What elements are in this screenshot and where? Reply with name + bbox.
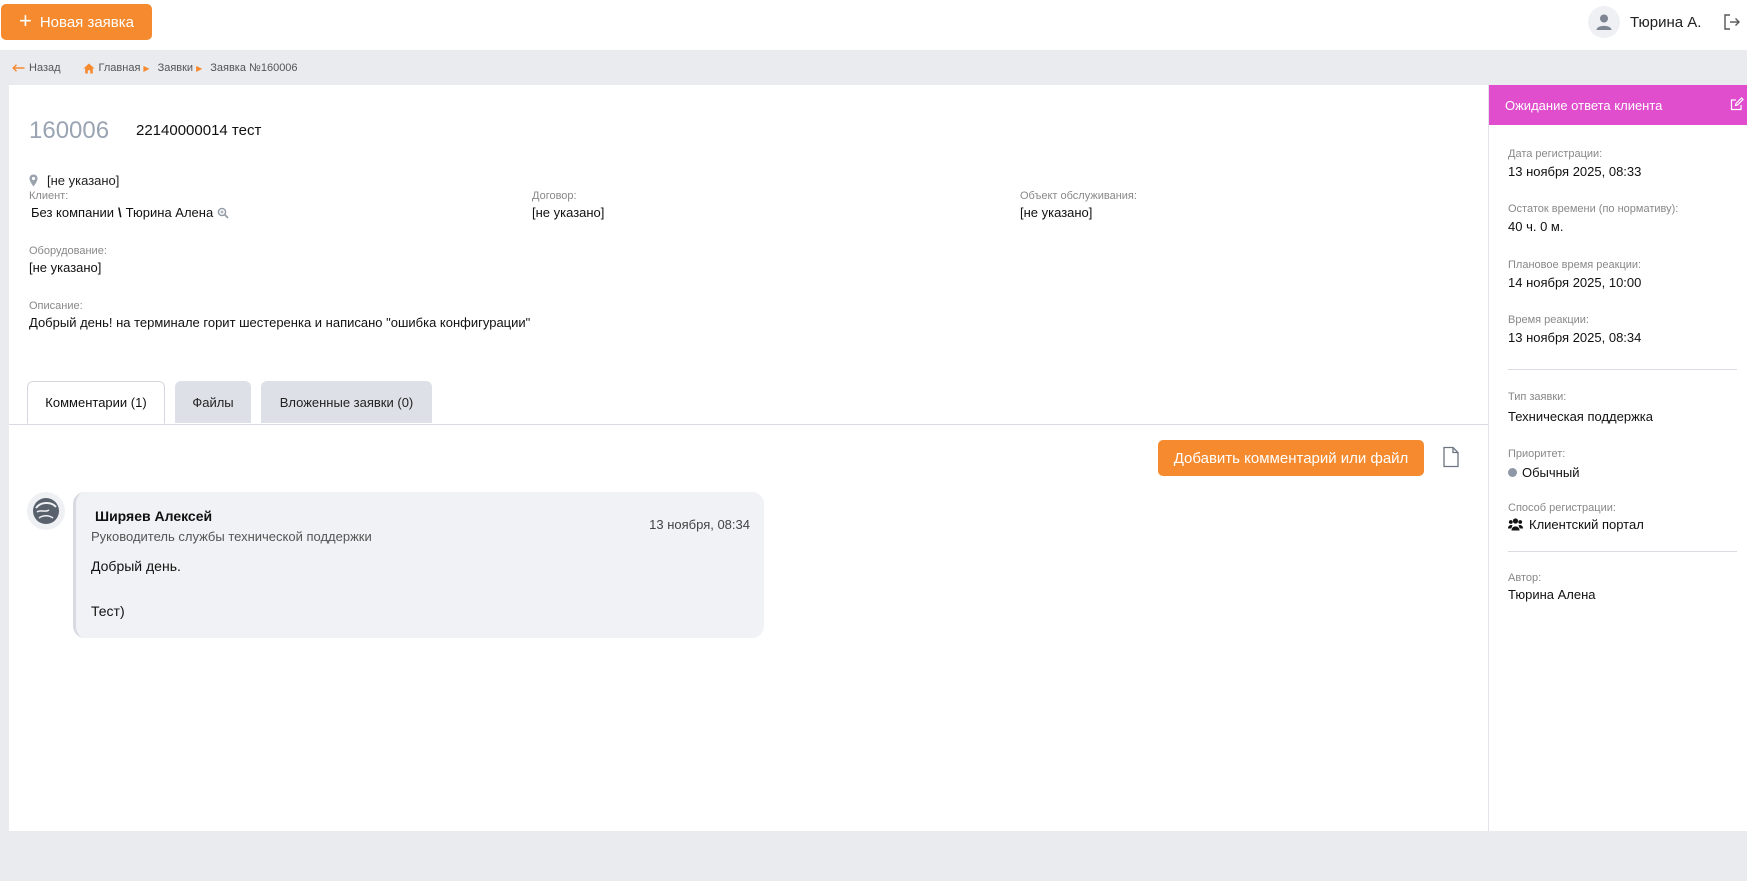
equipment-value: [не указано] <box>29 260 102 275</box>
registration-date-value: 13 ноября 2025, 08:33 <box>1508 164 1642 179</box>
user-menu[interactable]: Тюрина А. <box>1588 5 1701 39</box>
registration-method-value: Клиентский портал <box>1508 517 1644 532</box>
ticket-type-label: Тип заявки: <box>1508 391 1567 403</box>
users-icon <box>1508 518 1523 531</box>
add-comment-button[interactable]: Добавить комментарий или файл <box>1158 440 1424 476</box>
comment-author: Ширяев Алексей <box>95 508 213 524</box>
priority-value: Обычный <box>1508 465 1579 480</box>
new-ticket-button[interactable]: + Новая заявка <box>1 4 152 40</box>
service-object-value: [не указано] <box>1020 205 1093 220</box>
logout-icon[interactable] <box>1722 12 1742 32</box>
reaction-time-value: 13 ноября 2025, 08:34 <box>1508 330 1642 345</box>
contract-value: [не указано] <box>532 205 605 220</box>
edit-icon[interactable] <box>1730 97 1744 111</box>
top-bar: + Новая заявка Тюрина А. <box>0 0 1747 50</box>
tab-nested-tickets[interactable]: Вложенные заявки (0) <box>261 381 432 423</box>
comment-item: Ширяев Алексей Руководитель службы техни… <box>73 492 764 638</box>
comment-time: 13 ноября, 08:34 <box>649 517 750 532</box>
time-left-label: Остаток времени (по нормативу): <box>1508 203 1679 215</box>
user-avatar-icon <box>1588 6 1620 38</box>
contract-label: Договор: <box>532 190 577 202</box>
author-label: Автор: <box>1508 572 1542 584</box>
status-label: Ожидание ответа клиента <box>1505 97 1663 113</box>
client-company: Без компании <box>31 205 115 220</box>
breadcrumb: Назад Главная ▶ Заявки ▶ Заявка №160006 <box>12 60 298 76</box>
file-icon[interactable] <box>1442 446 1464 470</box>
priority-text: Обычный <box>1522 465 1580 480</box>
home-icon <box>83 63 95 73</box>
equipment-label: Оборудование: <box>29 245 107 257</box>
registration-date-label: Дата регистрации: <box>1508 148 1603 160</box>
description-label: Описание: <box>29 300 83 312</box>
breadcrumb-current: Заявка №160006 <box>210 62 298 74</box>
back-label: Назад <box>29 62 61 74</box>
ticket-tabs: Комментарии (1) Файлы Вложенные заявки (… <box>9 381 1488 425</box>
location-value: [не указано] <box>47 173 120 188</box>
service-object-label: Объект обслуживания: <box>1020 190 1137 202</box>
author-value: Тюрина Алена <box>1508 587 1596 602</box>
ticket-type-value: Техническая поддержка <box>1508 409 1653 424</box>
map-pin-icon <box>29 174 38 187</box>
breadcrumb-separator-icon: ▶ <box>196 63 203 73</box>
registration-method-text: Клиентский портал <box>1529 517 1644 532</box>
tab-comments[interactable]: Комментарии (1) <box>27 381 165 424</box>
divider <box>1508 369 1737 370</box>
ticket-id: 160006 <box>29 117 110 144</box>
divider <box>1508 551 1737 552</box>
registration-method-label: Способ регистрации: <box>1508 502 1616 514</box>
plus-icon: + <box>18 8 32 33</box>
back-link[interactable]: Назад <box>12 62 61 74</box>
zoom-icon[interactable] <box>217 207 229 219</box>
status-badge[interactable]: Ожидание ответа клиента <box>1489 85 1747 125</box>
client-label: Клиент: <box>29 190 69 202</box>
user-name: Тюрина А. <box>1630 13 1702 31</box>
breadcrumb-home[interactable]: Главная <box>83 62 141 74</box>
planned-reaction-label: Плановое время реакции: <box>1508 259 1642 271</box>
reaction-time-label: Время реакции: <box>1508 314 1589 326</box>
comment-text-line: Добрый день. <box>91 558 181 574</box>
client-value: Без компании \ Тюрина Алена <box>31 205 229 220</box>
planned-reaction-value: 14 ноября 2025, 10:00 <box>1508 275 1642 290</box>
time-left-value: 40 ч. 0 м. <box>1508 219 1564 234</box>
tab-files[interactable]: Файлы <box>175 381 251 423</box>
ticket-title: 22140000014 тест <box>136 122 262 139</box>
new-ticket-label: Новая заявка <box>39 13 134 31</box>
ticket-card: 160006 22140000014 тест [не указано] Кли… <box>9 85 1488 831</box>
ticket-location: [не указано] <box>29 173 119 188</box>
home-label: Главная <box>98 62 141 74</box>
comment-author-avatar-icon <box>27 492 65 530</box>
priority-label: Приоритет: <box>1508 448 1566 460</box>
comment-author-role: Руководитель службы технической поддержк… <box>91 529 372 544</box>
description-value: Добрый день! на терминале горит шестерен… <box>29 315 531 330</box>
arrow-left-icon <box>12 64 25 72</box>
client-separator: \ <box>118 205 122 220</box>
ticket-side-panel: Ожидание ответа клиента Дата регистрации… <box>1488 85 1747 831</box>
client-name: Тюрина Алена <box>125 205 214 220</box>
priority-dot-icon <box>1508 468 1517 477</box>
breadcrumb-tickets[interactable]: Заявки <box>158 62 194 74</box>
comment-text-line: Тест) <box>91 603 125 619</box>
breadcrumb-separator-icon: ▶ <box>143 63 150 73</box>
